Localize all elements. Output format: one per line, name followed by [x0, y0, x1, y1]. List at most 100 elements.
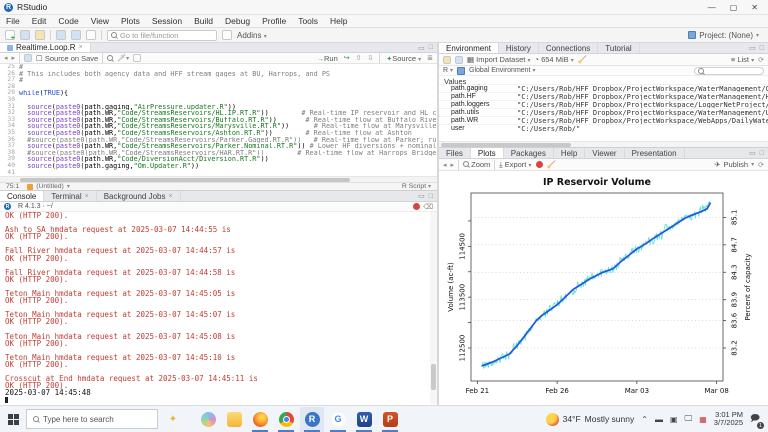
forward-icon[interactable]: ▸	[12, 54, 16, 62]
menu-item-file[interactable]: File	[0, 16, 26, 26]
new-project-icon[interactable]	[20, 30, 30, 40]
taskbar-app-file-explorer[interactable]	[222, 407, 246, 432]
hidden-icons-chevron[interactable]: ⌃	[641, 415, 648, 424]
tab-env-history[interactable]: History	[499, 43, 539, 53]
maximize-button[interactable]: ▢	[730, 3, 738, 12]
maximize-pane-icon[interactable]: □	[429, 193, 433, 200]
source-on-save-checkbox[interactable]: ☐ Source on Save	[36, 54, 98, 63]
maximize-pane-icon[interactable]: □	[429, 44, 433, 51]
copilot-sparkle-icon[interactable]: ✦	[158, 414, 188, 425]
editor-tab-realtime-loop[interactable]: Realtime.Loop.R ×	[0, 43, 91, 52]
tab-console-background-jobs[interactable]: Background Jobs×	[97, 191, 181, 201]
tab-plots-files[interactable]: Files	[439, 148, 471, 158]
run-down-icon[interactable]: ⇩	[368, 54, 374, 62]
document-outline-menu[interactable]: (Untitled)▾	[27, 183, 70, 190]
menu-item-view[interactable]: View	[85, 16, 115, 26]
close-tab-icon[interactable]: ×	[79, 44, 83, 51]
tab-console-console[interactable]: Console	[0, 191, 44, 201]
close-tab-icon[interactable]: ×	[169, 193, 173, 200]
file-type-menu[interactable]: R Script ▾	[402, 183, 431, 190]
next-plot-icon[interactable]: ▸	[451, 161, 455, 169]
go-to-file-input[interactable]: Go to file/function	[107, 30, 217, 41]
refresh-environment-icon[interactable]: ⟳	[758, 56, 764, 64]
source-button[interactable]: ✦Source ▾	[386, 54, 421, 63]
minimize-pane-icon[interactable]: ▭	[418, 44, 425, 52]
tab-env-environment[interactable]: Environment	[439, 43, 499, 53]
language-menu[interactable]: R ▾	[443, 67, 453, 74]
minimize-button[interactable]: —	[708, 3, 716, 12]
open-file-icon[interactable]	[35, 30, 45, 40]
tab-env-tutorial[interactable]: Tutorial	[598, 43, 639, 53]
outline-icon[interactable]: ≣	[427, 54, 433, 62]
menu-item-plots[interactable]: Plots	[115, 16, 146, 26]
tab-plots-help[interactable]: Help	[554, 148, 585, 158]
menu-item-tools[interactable]: Tools	[292, 16, 324, 26]
tab-env-connections[interactable]: Connections	[539, 43, 598, 53]
minimize-pane-icon[interactable]: ▭	[749, 149, 756, 157]
battery-icon[interactable]: ▬	[655, 415, 663, 424]
env-value-row[interactable]: path.gaging"C:/Users/Rob/HFF Dropbox/Pro…	[439, 84, 768, 92]
addins-menu[interactable]: Addins ▾	[237, 31, 267, 40]
run-up-icon[interactable]: ⇧	[356, 54, 362, 62]
env-value-row[interactable]: path.utils"C:/Users/Rob/HFF Dropbox/Proj…	[439, 108, 768, 116]
save-icon[interactable]	[56, 30, 66, 40]
run-button[interactable]: →Run	[317, 54, 338, 63]
taskbar-app-google-app[interactable]: G	[326, 407, 350, 432]
minimize-pane-icon[interactable]: ▭	[749, 44, 756, 52]
load-workspace-icon[interactable]	[443, 56, 451, 64]
close-button[interactable]: ✕	[751, 3, 758, 12]
maximize-pane-icon[interactable]: □	[760, 45, 764, 52]
menu-item-help[interactable]: Help	[324, 16, 353, 26]
find-icon[interactable]	[107, 55, 113, 61]
workspace-panes-icon[interactable]	[222, 30, 232, 40]
maximize-pane-icon[interactable]: □	[760, 150, 764, 157]
environment-search-input[interactable]	[694, 67, 764, 75]
previous-plot-icon[interactable]: ◂	[443, 161, 447, 169]
console-scrollbar[interactable]	[430, 212, 437, 404]
code-editor[interactable]: 25#26# This includes both agency data an…	[0, 64, 437, 176]
rerun-icon[interactable]: ↪	[344, 54, 350, 62]
interrupt-r-icon[interactable]	[413, 203, 420, 210]
taskbar-app-word[interactable]: W	[352, 407, 376, 432]
taskbar-app-chrome[interactable]	[274, 407, 298, 432]
settings-tray-icon[interactable]: ▣	[670, 415, 678, 424]
minimize-pane-icon[interactable]: ▭	[418, 192, 425, 200]
list-view-menu[interactable]: ≡ List ▾	[731, 55, 754, 64]
display-tray-icon[interactable]: 🖵	[685, 414, 693, 424]
project-menu[interactable]: Project: (None)▾	[688, 31, 763, 40]
env-value-row[interactable]: path.loggers"C:/Users/Rob/HFF Dropbox/Pr…	[439, 100, 768, 108]
compile-report-icon[interactable]	[133, 54, 141, 62]
taskbar-app-firefox[interactable]	[248, 407, 272, 432]
menu-item-build[interactable]: Build	[188, 16, 219, 26]
code-tools-icon[interactable]: 🗡▾	[117, 54, 129, 62]
taskbar-app-powerpoint[interactable]: P	[378, 407, 402, 432]
env-value-row[interactable]: path.WR"C:/Users/Rob/HFF Dropbox/Project…	[439, 116, 768, 124]
menu-item-session[interactable]: Session	[146, 16, 188, 26]
new-file-icon[interactable]	[5, 30, 15, 40]
tab-plots-packages[interactable]: Packages	[504, 148, 554, 158]
environment-selector[interactable]: Global Environment ▾	[469, 67, 535, 74]
tab-plots-presentation[interactable]: Presentation	[625, 148, 685, 158]
memory-usage-menu[interactable]: ◔ 654 MiB ▾	[534, 55, 573, 64]
import-dataset-menu[interactable]: ▦ Import Dataset ▾	[467, 55, 530, 64]
remove-plot-icon[interactable]	[536, 161, 543, 168]
calendar-tray-icon[interactable]: ▦	[699, 415, 707, 424]
print-icon[interactable]	[86, 30, 96, 40]
publish-plot-menu[interactable]: ✈ Publish ▾	[714, 160, 754, 169]
weather-widget[interactable]: 34°F Mostly sunny	[546, 413, 635, 426]
taskbar-app-copilot[interactable]	[196, 407, 220, 432]
menu-item-edit[interactable]: Edit	[26, 16, 53, 26]
menu-item-debug[interactable]: Debug	[219, 16, 256, 26]
export-plot-menu[interactable]: ⤓ Export ▾	[499, 160, 531, 170]
menu-item-code[interactable]: Code	[52, 16, 84, 26]
start-button[interactable]	[0, 406, 26, 432]
tab-plots-plots[interactable]: Plots	[471, 148, 504, 158]
taskbar-clock[interactable]: 3:01 PM 3/7/2025	[714, 411, 743, 428]
back-icon[interactable]: ◂	[4, 54, 8, 62]
clear-plots-icon[interactable]: 🧹	[547, 160, 556, 169]
save-workspace-icon[interactable]	[455, 56, 463, 64]
zoom-plot-button[interactable]: Zoom	[463, 160, 490, 169]
menu-item-profile[interactable]: Profile	[256, 16, 292, 26]
taskbar-app-rstudio[interactable]: R	[300, 407, 324, 432]
clear-environment-icon[interactable]: 🧹	[578, 55, 587, 64]
